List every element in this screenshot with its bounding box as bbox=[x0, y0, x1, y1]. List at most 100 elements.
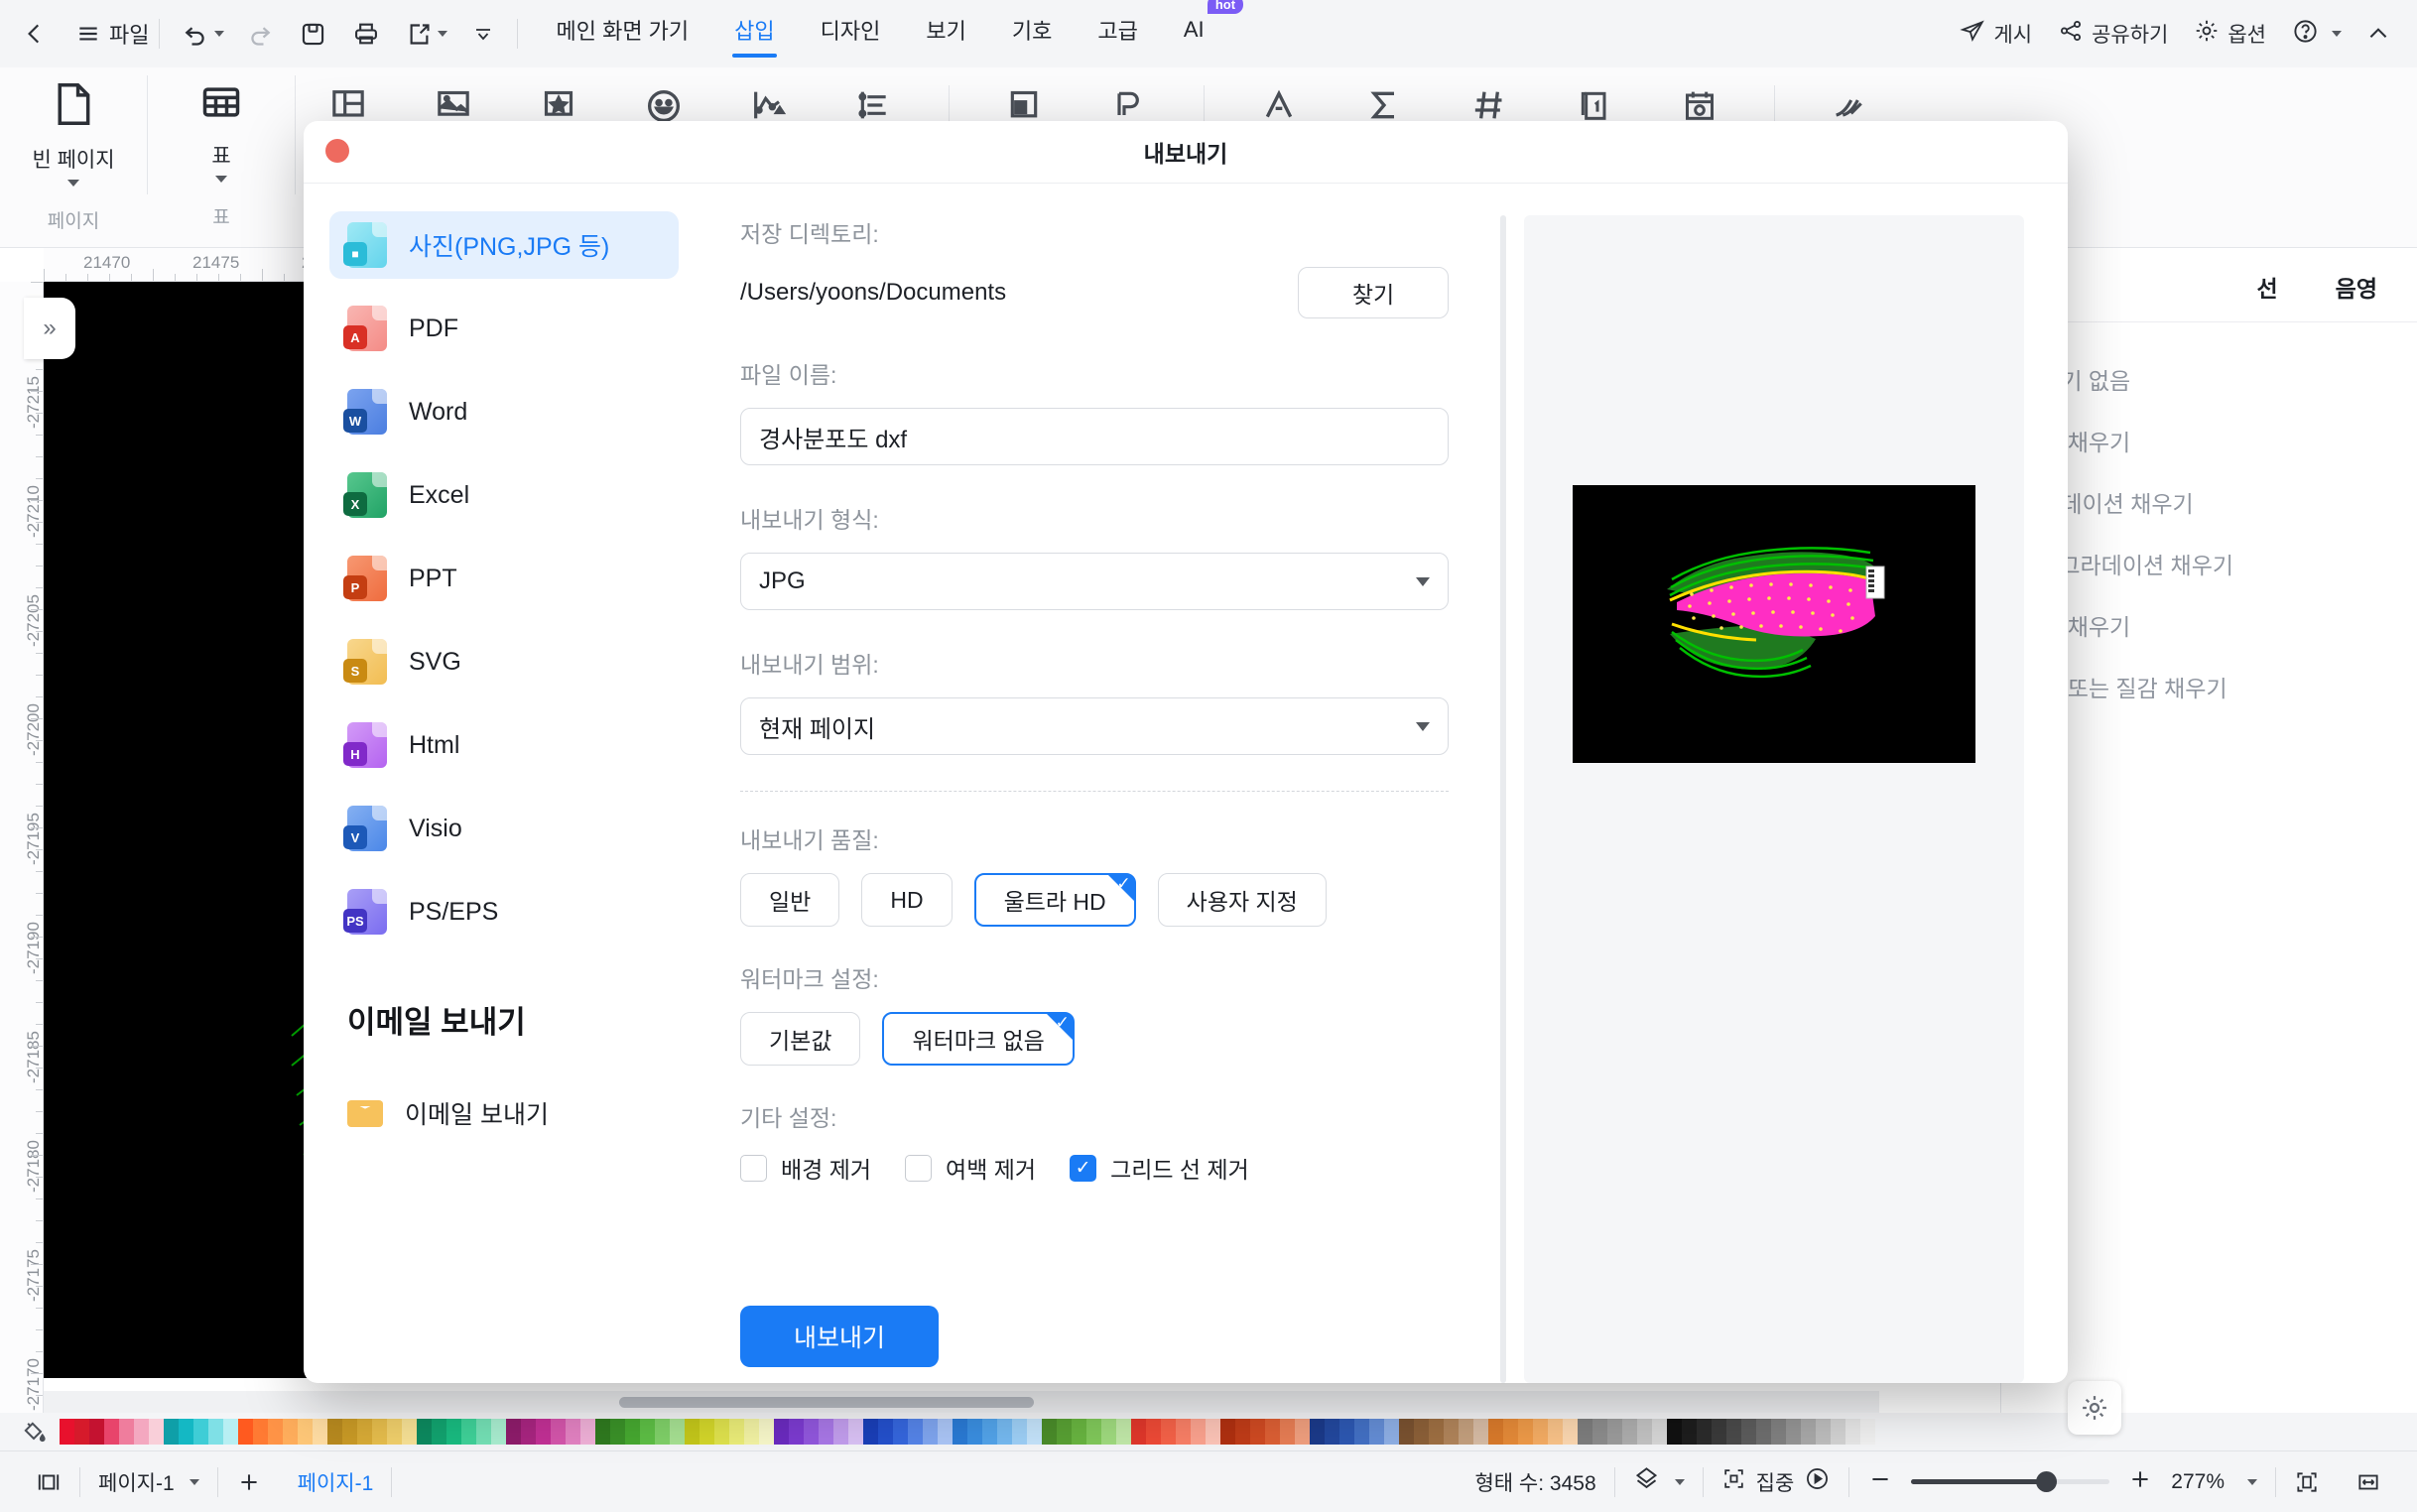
horizontal-scrollbar[interactable] bbox=[44, 1391, 1879, 1413]
color-swatch[interactable] bbox=[1563, 1419, 1578, 1445]
color-swatch[interactable] bbox=[1042, 1419, 1057, 1445]
layers-dropdown-caret[interactable] bbox=[1674, 1478, 1685, 1485]
add-page-button[interactable] bbox=[218, 1469, 280, 1495]
zoom-out-button[interactable] bbox=[1867, 1466, 1893, 1498]
color-swatch[interactable] bbox=[1265, 1419, 1280, 1445]
color-swatch[interactable] bbox=[1444, 1419, 1459, 1445]
signature-icon[interactable] bbox=[1797, 85, 1902, 125]
color-swatch[interactable] bbox=[1726, 1419, 1741, 1445]
color-swatch[interactable] bbox=[1637, 1419, 1652, 1445]
color-swatch[interactable] bbox=[536, 1419, 551, 1445]
color-swatch[interactable] bbox=[1220, 1419, 1235, 1445]
color-swatch[interactable] bbox=[759, 1419, 774, 1445]
color-swatch[interactable] bbox=[1771, 1419, 1786, 1445]
share-button[interactable]: 공유하기 bbox=[2050, 14, 2176, 54]
export-type-ppt-file-icon[interactable]: P PPT bbox=[329, 545, 679, 612]
list-icon[interactable] bbox=[822, 85, 927, 125]
export-type-excel-file-icon[interactable]: X Excel bbox=[329, 461, 679, 529]
color-swatch[interactable] bbox=[610, 1419, 625, 1445]
color-swatch[interactable] bbox=[848, 1419, 863, 1445]
color-swatch[interactable] bbox=[700, 1419, 714, 1445]
color-swatch[interactable] bbox=[1325, 1419, 1339, 1445]
tab-insert[interactable]: 삽입 bbox=[732, 8, 778, 60]
color-swatch[interactable] bbox=[714, 1419, 729, 1445]
color-swatch[interactable] bbox=[1399, 1419, 1414, 1445]
color-swatch[interactable] bbox=[1027, 1419, 1042, 1445]
play-circle-icon[interactable] bbox=[1804, 1465, 1831, 1498]
color-swatch[interactable] bbox=[238, 1419, 253, 1445]
color-swatch[interactable] bbox=[1697, 1419, 1712, 1445]
double-chevron-right-icon[interactable]: » bbox=[24, 298, 75, 359]
color-swatch[interactable] bbox=[446, 1419, 461, 1445]
export-type-svg-file-icon[interactable]: S SVG bbox=[329, 628, 679, 695]
color-swatch[interactable] bbox=[283, 1419, 298, 1445]
layout-icon[interactable] bbox=[296, 85, 401, 125]
color-swatch[interactable] bbox=[89, 1419, 104, 1445]
checkbox-checked-icon[interactable]: ✓ bbox=[1070, 1154, 1097, 1182]
color-swatch[interactable] bbox=[1012, 1419, 1027, 1445]
color-swatch[interactable] bbox=[134, 1419, 149, 1445]
chevron-up-icon[interactable] bbox=[2365, 21, 2391, 47]
send-email-button[interactable]: 이메일 보내기 bbox=[347, 1095, 679, 1131]
color-swatch[interactable] bbox=[1488, 1419, 1503, 1445]
table-dropdown-caret[interactable] bbox=[215, 176, 227, 183]
color-swatch[interactable] bbox=[1414, 1419, 1429, 1445]
tab-home[interactable]: 메인 화면 가기 bbox=[554, 8, 691, 60]
color-swatch[interactable] bbox=[1057, 1419, 1072, 1445]
tab-symbol[interactable]: 기호 bbox=[1010, 8, 1054, 60]
color-swatch[interactable] bbox=[670, 1419, 685, 1445]
color-swatch[interactable] bbox=[1801, 1419, 1816, 1445]
color-swatch[interactable] bbox=[893, 1419, 908, 1445]
color-swatch[interactable] bbox=[1578, 1419, 1592, 1445]
watermark-option-1[interactable]: 워터마크 없음 ✓ bbox=[882, 1012, 1075, 1066]
help-button[interactable] bbox=[2284, 14, 2350, 55]
color-swatch[interactable] bbox=[149, 1419, 164, 1445]
color-swatch[interactable] bbox=[1503, 1419, 1518, 1445]
color-swatch[interactable] bbox=[521, 1419, 536, 1445]
preview-scrollbar[interactable] bbox=[1500, 215, 1506, 1383]
other-option-2[interactable]: ✓ 그리드 선 제거 bbox=[1070, 1151, 1249, 1185]
other-option-1[interactable]: 여백 제거 bbox=[905, 1151, 1036, 1185]
latex-icon[interactable] bbox=[1226, 85, 1332, 125]
color-swatch[interactable] bbox=[1548, 1419, 1563, 1445]
color-swatch[interactable] bbox=[566, 1419, 580, 1445]
blank-page-dropdown-caret[interactable] bbox=[67, 180, 79, 187]
export-button[interactable]: 내보내기 bbox=[740, 1306, 939, 1367]
hamburger-icon[interactable] bbox=[75, 21, 101, 47]
color-swatch[interactable] bbox=[1250, 1419, 1265, 1445]
color-swatch[interactable] bbox=[789, 1419, 804, 1445]
color-swatch[interactable] bbox=[342, 1419, 357, 1445]
quality-option-1[interactable]: HD bbox=[861, 873, 953, 927]
focus-mode-button[interactable]: 집중 bbox=[1704, 1465, 1849, 1498]
tab-design[interactable]: 디자인 bbox=[819, 8, 883, 60]
color-swatch[interactable] bbox=[119, 1419, 134, 1445]
color-swatch[interactable] bbox=[1741, 1419, 1756, 1445]
color-swatch[interactable] bbox=[491, 1419, 506, 1445]
sigma-icon[interactable] bbox=[1332, 85, 1437, 125]
tab-ai[interactable]: AI bbox=[1182, 11, 1207, 57]
color-swatch[interactable] bbox=[953, 1419, 967, 1445]
color-swatch[interactable] bbox=[402, 1419, 417, 1445]
export-type-html-file-icon[interactable]: H Html bbox=[329, 711, 679, 779]
date-icon[interactable] bbox=[1647, 85, 1752, 125]
color-swatch[interactable] bbox=[193, 1419, 208, 1445]
color-swatch[interactable] bbox=[1206, 1419, 1220, 1445]
color-swatch[interactable] bbox=[819, 1419, 833, 1445]
fit-page-button[interactable] bbox=[2276, 1469, 2338, 1495]
image-icon[interactable] bbox=[401, 85, 506, 125]
layers-button[interactable] bbox=[1615, 1465, 1703, 1498]
color-swatch[interactable] bbox=[551, 1419, 566, 1445]
watermark-option-0[interactable]: 기본값 bbox=[740, 1012, 861, 1066]
color-swatch[interactable] bbox=[1429, 1419, 1444, 1445]
quality-option-3[interactable]: 사용자 지정 bbox=[1157, 873, 1327, 927]
blank-page-button[interactable]: 빈 페이지 bbox=[0, 79, 147, 187]
color-swatch[interactable] bbox=[729, 1419, 744, 1445]
other-option-0[interactable]: 배경 제거 bbox=[740, 1151, 871, 1185]
color-swatch[interactable] bbox=[1235, 1419, 1250, 1445]
color-swatch[interactable] bbox=[253, 1419, 268, 1445]
zoom-in-button[interactable] bbox=[2127, 1466, 2153, 1498]
color-swatch[interactable] bbox=[60, 1419, 74, 1445]
color-swatch[interactable] bbox=[432, 1419, 446, 1445]
color-swatch[interactable] bbox=[1831, 1419, 1845, 1445]
color-swatch[interactable] bbox=[1667, 1419, 1682, 1445]
